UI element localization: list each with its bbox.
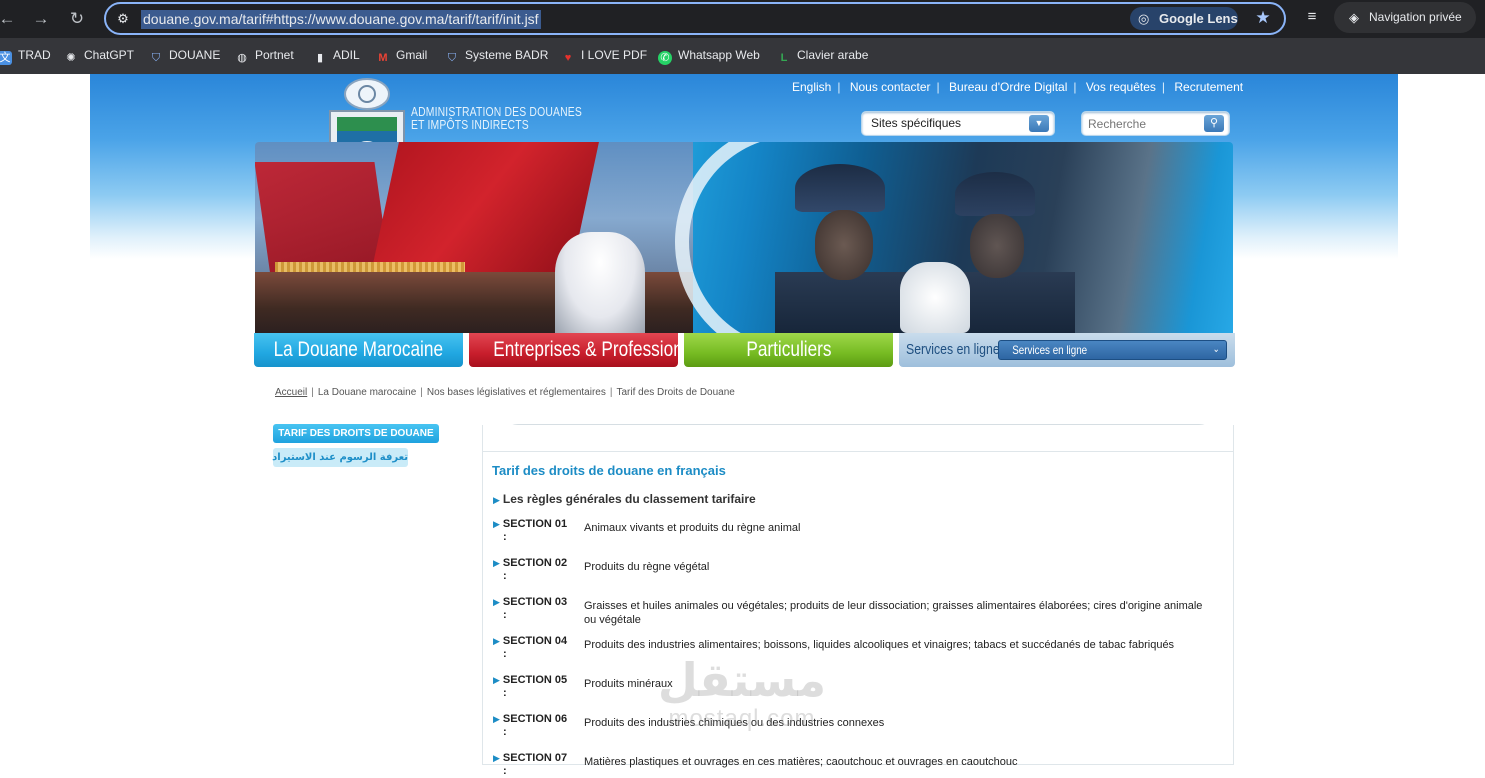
- sidebar-tarif-fr-button[interactable]: TARIF DES DROITS DE DOUANE: [273, 424, 439, 443]
- incognito-label: Navigation privée: [1369, 10, 1462, 24]
- bookmark-star-icon[interactable]: ★: [1252, 7, 1274, 29]
- triangle-bullet-icon: ▶: [493, 558, 500, 568]
- section-description: Produits des industries alimentaires; bo…: [584, 639, 1175, 651]
- lens-icon: ◎: [1138, 11, 1150, 26]
- triangle-bullet-icon: ▶: [493, 753, 500, 763]
- browser-toolbar: ← → ↻ ⚙ douane.gov.ma/tarif#https://www.…: [0, 0, 1485, 38]
- globe-icon: ◍: [237, 52, 247, 64]
- shield-icon: ⛉: [151, 52, 161, 64]
- shield-icon: ⛉: [447, 52, 457, 64]
- breadcrumb-douane-marocaine: La Douane marocaine: [317, 387, 417, 398]
- section-link[interactable]: ▶ SECTION 05: [493, 674, 575, 687]
- section-link[interactable]: ▶ SECTION 06: [493, 713, 575, 726]
- section-link[interactable]: ▶ SECTION 03: [493, 596, 575, 609]
- search-icon[interactable]: ⚲: [1204, 115, 1224, 132]
- translate-icon: 文: [0, 51, 12, 65]
- media-control-icon[interactable]: ≡: [1301, 6, 1323, 28]
- mostaql-watermark: مستقل mostaql.com: [657, 653, 827, 732]
- google-lens-button[interactable]: ◎ Google Lens: [1130, 7, 1238, 30]
- triangle-bullet-icon: ▶: [493, 519, 500, 529]
- search-box: ⚲: [1081, 111, 1230, 136]
- header-banner-photo: [255, 142, 1233, 333]
- site-info-icon[interactable]: ⚙: [114, 10, 132, 28]
- services-en-ligne-dropdown[interactable]: Services en ligne ⌄: [998, 340, 1227, 360]
- administration-title: ADMINISTRATION DES DOUANES ET IMPÔTS IND…: [411, 104, 582, 132]
- tab-la-douane-marocaine[interactable]: La Douane Marocaine: [254, 333, 463, 367]
- breadcrumb: Accueil | La Douane marocaine | Nos bases lé…: [275, 387, 735, 398]
- sidebar-tarif-ar-button[interactable]: تعرفة الرسوم عند الاستيراد: [272, 448, 408, 467]
- bookmark-whatsapp[interactable]: ✆ Whatsapp Web: [658, 46, 760, 65]
- bookmark-trad[interactable]: 文 TRAD: [0, 46, 51, 65]
- triangle-bullet-icon: ▶: [493, 675, 500, 685]
- url-text[interactable]: douane.gov.ma/tarif#https://www.douane.g…: [141, 10, 541, 29]
- services-en-ligne-label: Services en ligne: [906, 341, 1000, 358]
- section-description: Graisses et huiles animales ou végétales…: [584, 600, 1203, 626]
- incognito-icon: ◈: [1349, 10, 1359, 25]
- page-icon: ▮: [316, 52, 324, 64]
- bookmarks-bar: 文 TRAD ✺ ChatGPT ⛉ DOUANE ◍ Portnet ▮ ADIL MG…: [0, 38, 1485, 74]
- bookmark-adil[interactable]: ▮ ADIL: [313, 46, 360, 64]
- link-vos-requetes[interactable]: Vos requêtes: [1086, 79, 1156, 95]
- section-description: Matières plastiques et ouvrages en ces m…: [584, 756, 1018, 768]
- back-arrow-icon[interactable]: ←: [0, 6, 20, 32]
- services-en-ligne-bar: Services en ligne Services en ligne ⌄: [899, 333, 1235, 367]
- reload-icon[interactable]: ↻: [64, 6, 90, 32]
- search-input[interactable]: [1088, 115, 1198, 132]
- link-bureau-ordre-digital[interactable]: Bureau d'Ordre Digital: [949, 79, 1067, 95]
- triangle-bullet-icon: ▶: [493, 636, 500, 646]
- bookmark-portnet[interactable]: ◍ Portnet: [235, 46, 294, 64]
- section-link[interactable]: ▶ SECTION 04: [493, 635, 575, 648]
- section-link[interactable]: ▶ SECTION 01: [493, 518, 575, 531]
- section-link[interactable]: ▶ SECTION 02: [493, 557, 575, 570]
- address-bar[interactable]: ⚙ douane.gov.ma/tarif#https://www.douane…: [104, 2, 1286, 35]
- link-nous-contacter[interactable]: Nous contacter: [850, 79, 931, 95]
- bookmark-chatgpt[interactable]: ✺ ChatGPT: [64, 46, 134, 64]
- rules-link[interactable]: ▶ Les règles générales du classement tari…: [493, 491, 756, 508]
- top-links: English | Nous contacter | Bureau d'Ordre …: [792, 79, 1244, 95]
- sites-specifiques-dropdown[interactable]: Sites spécifiques ▼: [861, 111, 1055, 136]
- section-link[interactable]: ▶ SECTION 07: [493, 752, 575, 765]
- bookmark-clavier-arabe[interactable]: L Clavier arabe: [777, 46, 869, 64]
- breadcrumb-accueil[interactable]: Accueil: [275, 387, 307, 398]
- section-description: Produits du règne végétal: [584, 561, 710, 573]
- bookmark-gmail[interactable]: M Gmail: [376, 46, 427, 64]
- heart-icon: ♥: [564, 52, 572, 64]
- whatsapp-icon: ✆: [658, 51, 672, 65]
- section-description: Animaux vivants et produits du règne ani…: [584, 522, 801, 534]
- tab-particuliers[interactable]: Particuliers: [684, 333, 893, 367]
- link-recrutement[interactable]: Recrutement: [1174, 79, 1243, 95]
- web-page: English | Nous contacter | Bureau d'Ordre …: [0, 74, 1485, 777]
- breadcrumb-tarif: Tarif des Droits de Douane: [616, 387, 735, 398]
- bookmark-systeme-badr[interactable]: ⛉ Systeme BADR: [445, 46, 548, 64]
- chevron-down-icon: ▼: [1029, 115, 1049, 132]
- content-title: Tarif des droits de douane en français: [492, 463, 726, 478]
- bookmark-ilovepdf[interactable]: ♥ I LOVE PDF: [561, 46, 647, 64]
- sites-specifiques-label: Sites spécifiques: [871, 116, 962, 130]
- tab-entreprises-professionnels[interactable]: Entreprises & Professionnels: [469, 333, 714, 367]
- triangle-bullet-icon: ▶: [493, 714, 500, 724]
- chevron-down-icon: ⌄: [1212, 344, 1220, 355]
- link-english[interactable]: English: [792, 79, 831, 95]
- bookmark-douane[interactable]: ⛉ DOUANE: [149, 46, 220, 64]
- google-lens-label: Google Lens: [1159, 11, 1238, 26]
- triangle-bullet-icon: ▶: [493, 495, 500, 505]
- incognito-button[interactable]: ◈ Navigation privée: [1334, 2, 1476, 33]
- triangle-bullet-icon: ▶: [493, 597, 500, 607]
- keyboard-icon: L: [780, 52, 788, 64]
- forward-arrow-icon[interactable]: →: [28, 6, 54, 32]
- breadcrumb-bases-legislatives: Nos bases législatives et réglementaires: [426, 387, 606, 398]
- chatgpt-icon: ✺: [66, 52, 76, 64]
- gmail-icon: M: [378, 52, 388, 64]
